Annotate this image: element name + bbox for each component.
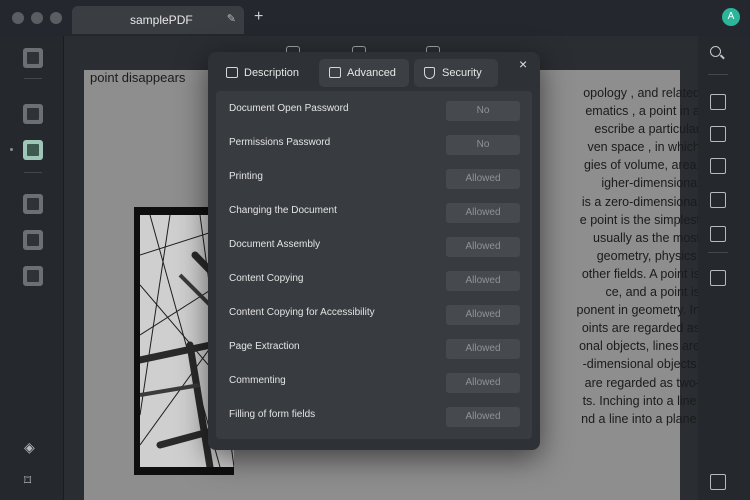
permission-value: Allowed (446, 305, 520, 325)
close-window-button[interactable] (12, 12, 24, 24)
permission-value: Allowed (446, 271, 520, 291)
permission-label: Content Copying for Accessibility (229, 307, 375, 318)
page-text-column: opology , and related ematics , a point i… (540, 84, 700, 428)
shield-icon (424, 67, 435, 79)
left-sidebar: ◈ ⌑ (0, 36, 64, 500)
permission-value: Allowed (446, 203, 520, 223)
tab-advanced-label: Advanced (347, 67, 396, 79)
active-indicator (10, 148, 13, 151)
permission-row: Document Assembly Allowed (216, 231, 532, 265)
permission-label: Changing the Document (229, 205, 337, 216)
page-text-line: gies of volume, area, (583, 158, 700, 173)
tab-advanced[interactable]: Advanced (319, 59, 409, 87)
permission-label: Document Assembly (229, 239, 321, 250)
permission-value: Allowed (446, 373, 520, 393)
permission-row: Printing Allowed (216, 163, 532, 197)
sidebar-divider (24, 78, 42, 79)
zoom-window-button[interactable] (50, 12, 62, 24)
permission-label: Permissions Password (229, 137, 331, 148)
permission-row: Document Open Password No (216, 95, 532, 129)
page-text-line: -dimensional objects, (582, 357, 700, 372)
highlight-icon[interactable] (23, 104, 43, 124)
page-text-line: geometry, physics, (596, 248, 700, 263)
book-icon (329, 67, 341, 78)
crop-icon[interactable] (23, 230, 43, 250)
page-text-line: ven space , in which (587, 140, 700, 155)
permission-row: Permissions Password No (216, 129, 532, 163)
page-text-line: ponent in geometry. In (576, 303, 700, 318)
close-icon[interactable]: × (519, 56, 527, 72)
permission-value: No (446, 135, 520, 155)
permission-row: Page Extraction Allowed (216, 333, 532, 367)
tab-title: samplePDF (130, 13, 193, 27)
permission-label: Commenting (229, 375, 286, 386)
page-text-line: igher-dimensional (601, 176, 700, 191)
page-text-line: e point is the simplest (579, 212, 700, 227)
permission-row: Changing the Document Allowed (216, 197, 532, 231)
permission-label: Document Open Password (229, 103, 349, 114)
page-text-line: oints are regarded as (581, 321, 700, 336)
reader-icon[interactable] (23, 48, 43, 68)
page-text-line: are regarded as two- (584, 375, 700, 390)
sidebar-divider (708, 74, 728, 75)
permission-label: Page Extraction (229, 341, 300, 352)
description-icon (226, 67, 238, 78)
email-icon[interactable] (710, 226, 726, 242)
page-text-line: onal objects, lines are (579, 339, 700, 354)
share-icon[interactable] (710, 192, 726, 208)
search-icon[interactable] (710, 46, 721, 57)
document-properties-dialog: Description Advanced Security × Document… (208, 52, 540, 450)
permission-value: Allowed (446, 237, 520, 257)
page-text-line: is a zero-dimensional (581, 194, 700, 209)
comment-icon[interactable] (710, 474, 726, 490)
sidebar-divider (708, 252, 728, 253)
organize-icon[interactable] (23, 194, 43, 214)
edit-icon[interactable] (23, 140, 43, 160)
right-sidebar (698, 36, 750, 500)
page-text-fragment: point disappears (90, 70, 186, 85)
convert-icon[interactable] (710, 126, 726, 142)
permission-value: Allowed (446, 407, 520, 427)
tab-description-label: Description (244, 67, 300, 79)
permission-row: Filling of form fields Allowed (216, 401, 532, 435)
add-tab-button[interactable]: + (254, 9, 263, 25)
page-text-line: ts. Inching into a line, (582, 393, 700, 408)
permission-label: Filling of form fields (229, 409, 316, 420)
page-text-line: ematics , a point in a (585, 104, 700, 119)
pencil-icon[interactable]: ✎ (227, 12, 236, 25)
permission-row: Content Copying Allowed (216, 265, 532, 299)
ocr-icon[interactable] (710, 94, 726, 110)
page-text-line: usually as the most (593, 230, 700, 245)
page-text-line: opology , and related (583, 86, 700, 100)
permission-value: Allowed (446, 339, 520, 359)
layers-icon[interactable]: ◈ (24, 439, 35, 456)
tab-security-label: Security (442, 67, 482, 79)
security-permissions-panel: Document Open Password No Permissions Pass… (216, 91, 532, 439)
page-text-line: ce, and a point is (605, 285, 700, 300)
document-tab[interactable]: samplePDF ✎ (72, 6, 244, 34)
permission-row: Commenting Allowed (216, 367, 532, 401)
avatar[interactable]: A (722, 8, 740, 26)
page-text-line: escribe a particular (594, 122, 700, 137)
watermark-icon[interactable] (23, 266, 43, 286)
tab-security[interactable]: Security (414, 59, 498, 87)
minimize-window-button[interactable] (31, 12, 43, 24)
page-text-line: other fields. A point is (581, 266, 700, 281)
permission-value: No (446, 101, 520, 121)
protect-icon[interactable] (710, 158, 726, 174)
sidebar-divider (24, 172, 42, 173)
tab-description[interactable]: Description (216, 59, 314, 87)
title-bar: samplePDF ✎ + A (0, 0, 750, 36)
permission-label: Printing (229, 171, 263, 182)
permission-label: Content Copying (229, 273, 304, 284)
permission-row: Content Copying for Accessibility Allowed (216, 299, 532, 333)
bookmark-icon[interactable]: ⌑ (24, 472, 31, 489)
page-text-line: nd a line into a plane. (581, 411, 700, 426)
save-icon[interactable] (710, 270, 726, 286)
permission-value: Allowed (446, 169, 520, 189)
